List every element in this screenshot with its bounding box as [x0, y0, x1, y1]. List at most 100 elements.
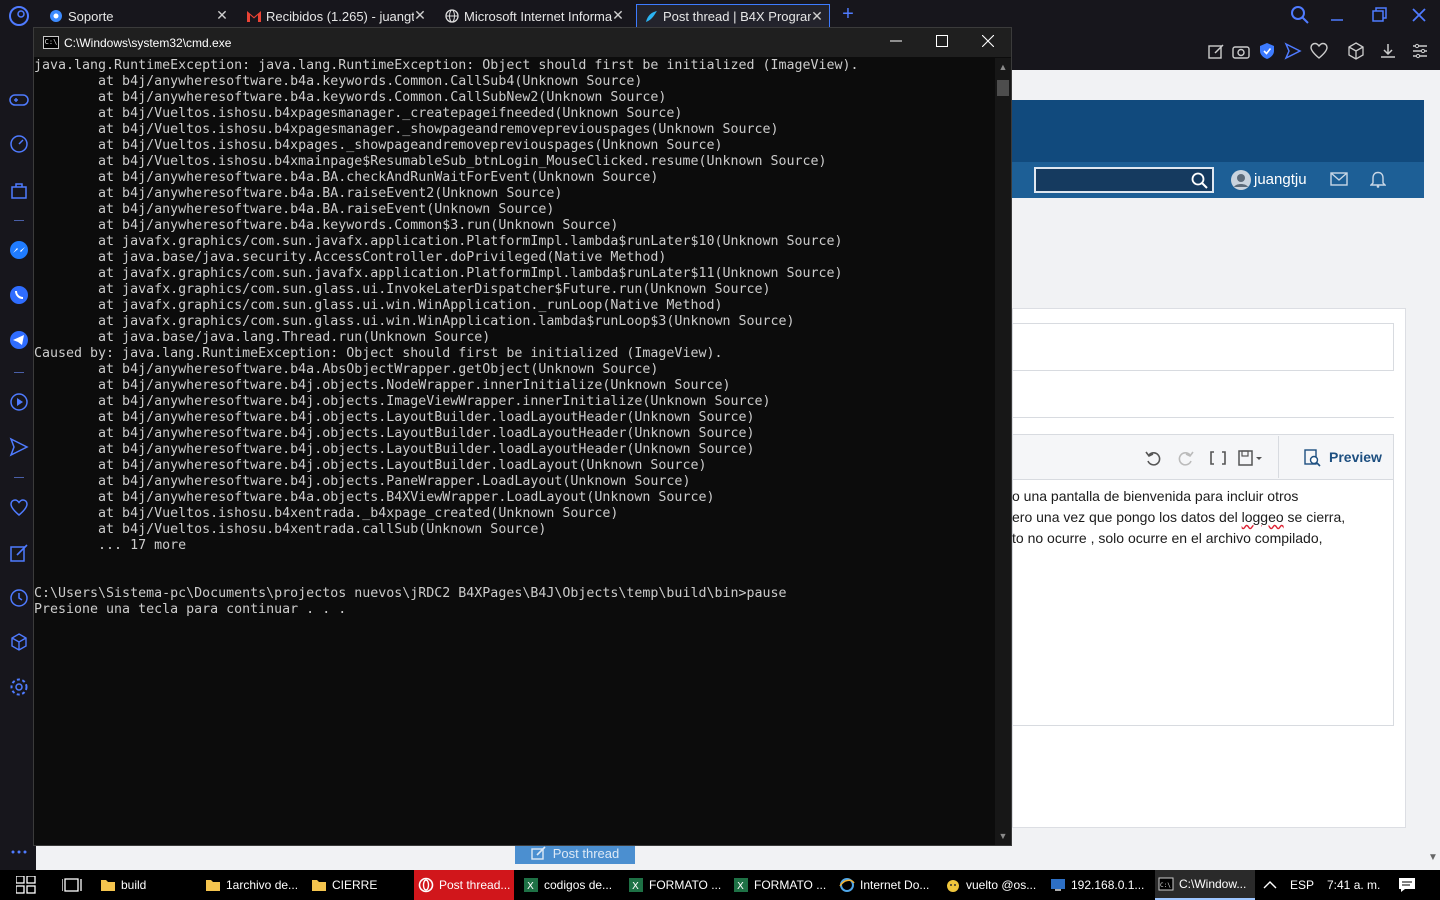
camera-icon[interactable] — [1232, 42, 1250, 60]
taskbar-item-cierre[interactable]: CIERRE — [311, 870, 411, 900]
new-tab-button[interactable]: + — [838, 3, 858, 26]
messenger-icon[interactable] — [9, 240, 29, 260]
tab-gmail[interactable]: Recibidos (1.265) - juangtju ✕ — [240, 4, 432, 28]
taskbar-item-excel[interactable]: X codigos de... — [523, 870, 623, 900]
heart-icon[interactable] — [9, 498, 29, 518]
maximize-button[interactable] — [919, 28, 965, 57]
bell-icon[interactable] — [1370, 170, 1386, 188]
player-icon[interactable] — [9, 392, 29, 412]
history-icon[interactable] — [9, 588, 29, 608]
scroll-thumb[interactable] — [997, 80, 1009, 96]
clock[interactable]: 7:41 a. m. — [1327, 870, 1380, 900]
browser-toolbar — [1010, 30, 1440, 70]
notifications-icon[interactable] — [1398, 877, 1416, 893]
telegram-icon[interactable] — [9, 330, 29, 350]
console-line: at b4j/anywheresoftware.b4a.AbsObjectWra… — [34, 362, 659, 377]
send-icon[interactable] — [1284, 42, 1302, 60]
browser-sidebar — [0, 30, 36, 870]
snapshot-edit-icon[interactable] — [1207, 42, 1225, 60]
taskbar-item-build[interactable]: build — [100, 870, 200, 900]
close-icon[interactable]: ✕ — [610, 7, 626, 23]
taskbar-label: 1archivo de... — [226, 878, 299, 892]
close-icon[interactable]: ✕ — [412, 7, 428, 23]
language-indicator[interactable]: ESP — [1290, 870, 1314, 900]
cmd-title-bar[interactable]: C:\ C:\Windows\system32\cmd.exe — [34, 28, 1011, 57]
console-line: at b4j/anywheresoftware.b4j.objects.Imag… — [34, 394, 771, 409]
search-tabs-icon[interactable] — [1289, 4, 1313, 26]
cube-icon[interactable] — [9, 632, 29, 652]
draft-save-icon[interactable] — [1237, 449, 1265, 467]
vpn-shield-icon[interactable] — [1258, 42, 1276, 60]
avatar[interactable] — [1230, 169, 1252, 191]
speed-dial-icon[interactable] — [9, 134, 29, 154]
send-icon[interactable] — [9, 437, 29, 457]
taskbar-item-app[interactable]: vuelto @os... — [945, 870, 1045, 900]
close-button[interactable] — [965, 28, 1011, 57]
tab-soporte[interactable]: Soporte ✕ — [42, 4, 234, 28]
cmd-scrollbar[interactable]: ▲ ▼ — [995, 58, 1011, 845]
console-line: at java.base/java.lang.Thread.run(Unknow… — [34, 330, 491, 345]
taskbar-item-cmd[interactable]: C:\ C:\Window... — [1155, 870, 1255, 900]
site-search-input[interactable] — [1034, 167, 1214, 193]
start-icon[interactable] — [16, 876, 36, 894]
close-icon[interactable]: ✕ — [809, 8, 825, 24]
task-view-icon[interactable] — [62, 877, 82, 893]
bbcode-toggle-icon[interactable] — [1209, 449, 1227, 467]
shopping-bag-icon[interactable] — [9, 180, 29, 200]
svg-text:X: X — [527, 881, 534, 892]
form-divider — [1012, 417, 1394, 418]
site-header — [1012, 100, 1424, 162]
taskbar-item-folder[interactable]: 1archivo de... — [205, 870, 305, 900]
edit-icon[interactable] — [9, 543, 29, 563]
easy-setup-icon[interactable] — [1411, 42, 1429, 60]
taskbar-item-opera[interactable]: Post thread... — [414, 870, 514, 900]
page-scrollbar[interactable]: ▼ — [1426, 100, 1440, 870]
console-line: at b4j/Vueltos.ishosu.b4xpages._showpage… — [34, 138, 723, 153]
scroll-up-arrow-icon[interactable]: ▲ — [995, 60, 1011, 74]
undo-icon[interactable] — [1144, 449, 1162, 467]
taskbar-item-remote-desktop[interactable]: 192.168.0.1... — [1050, 870, 1150, 900]
cmd-window[interactable]: C:\ C:\Windows\system32\cmd.exe java.lan… — [33, 27, 1012, 846]
close-icon[interactable]: ✕ — [214, 7, 230, 23]
thread-title-input[interactable] — [1012, 323, 1394, 371]
heart-icon[interactable] — [1310, 42, 1328, 60]
opera-icon — [418, 877, 434, 893]
search-icon[interactable] — [1190, 171, 1208, 189]
gamepad-icon[interactable] — [9, 90, 29, 110]
username-link[interactable]: juangtju — [1254, 171, 1307, 188]
more-icon[interactable] — [9, 842, 29, 862]
scroll-down-arrow-icon[interactable]: ▼ — [1428, 852, 1438, 863]
gear-icon[interactable] — [9, 677, 29, 697]
restore-icon[interactable] — [1368, 4, 1392, 26]
envelope-icon[interactable] — [1330, 172, 1348, 186]
preview-button[interactable]: Preview — [1278, 436, 1394, 478]
tab-label: Microsoft Internet Information — [464, 8, 612, 24]
minimize-button[interactable] — [873, 28, 919, 57]
redo-icon[interactable] — [1177, 449, 1195, 467]
maximize-icon — [936, 35, 948, 47]
console-output[interactable]: java.lang.RuntimeException: java.lang.Ru… — [34, 58, 994, 845]
folder-icon — [312, 880, 326, 891]
cube-icon[interactable] — [1347, 42, 1365, 60]
close-window-icon[interactable] — [1408, 4, 1432, 26]
tab-b4x-post-thread[interactable]: Post thread | B4X Programming ✕ — [636, 4, 830, 28]
taskbar-item-excel[interactable]: X FORMATO ... — [733, 870, 833, 900]
whatsapp-icon[interactable] — [9, 285, 29, 305]
gmail-icon — [246, 8, 262, 24]
chevron-up-icon[interactable] — [1263, 879, 1277, 891]
console-line: java.lang.RuntimeException: java.lang.Ru… — [34, 58, 859, 73]
opera-sidebar-logo-icon[interactable] — [8, 5, 30, 27]
desktop: Soporte ✕ Recibidos (1.265) - juangtju ✕… — [0, 0, 1440, 900]
minimize-icon[interactable] — [1326, 4, 1350, 26]
console-line: at b4j/anywheresoftware.b4j.objects.Layo… — [34, 442, 755, 457]
cmd-icon: C:\ — [1158, 877, 1174, 891]
console-line: at b4j/anywheresoftware.b4a.BA.checkAndR… — [34, 170, 659, 185]
excel-icon: X — [629, 878, 643, 892]
tab-iis[interactable]: Microsoft Internet Information ✕ — [438, 4, 630, 28]
taskbar-item-ie[interactable]: Internet Do... — [839, 870, 939, 900]
svg-text:X: X — [632, 881, 639, 892]
download-icon[interactable] — [1379, 42, 1397, 60]
scroll-down-arrow-icon[interactable]: ▼ — [995, 829, 1011, 843]
taskbar-item-excel[interactable]: X FORMATO ... — [628, 870, 728, 900]
